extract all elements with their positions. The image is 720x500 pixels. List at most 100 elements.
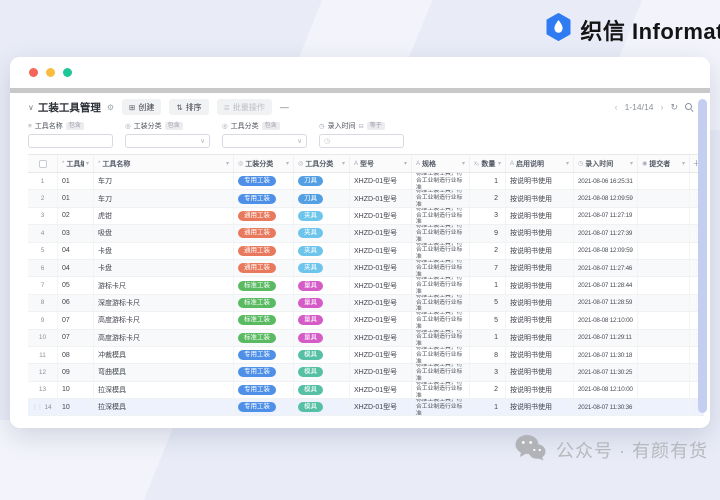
- sort-caret-icon[interactable]: ▾: [342, 160, 345, 167]
- settings-gear-icon[interactable]: ⚙: [107, 103, 114, 112]
- filter-text-input[interactable]: [28, 134, 113, 148]
- close-window-button[interactable]: [29, 68, 38, 77]
- column-header-工具名称[interactable]: * 工具名称 ▾: [94, 155, 234, 172]
- cell-tool_type: 夹具: [294, 225, 350, 242]
- cell-index: 1: [28, 173, 58, 190]
- table-row[interactable]: ⋮⋮ 14 10 拉深模具 专用工装 模具 XHZD-01型号 标准工装工具，符合工业制造行业…: [28, 399, 704, 417]
- column-header-录入时间[interactable]: ◷ 录入时间 ▾: [574, 155, 638, 172]
- table-row[interactable]: 6 04 卡盘 通用工装 夹具 XHZD-01型号 标准工装工具，符合工业制造行业标准 7 按说…: [28, 259, 704, 278]
- cell-usage: 按说明书使用: [506, 225, 574, 242]
- toolbar-right: ‹ 1-14/14 › ↻: [615, 102, 694, 113]
- sort-caret-icon[interactable]: ▾: [86, 160, 89, 167]
- search-icon[interactable]: [685, 102, 694, 112]
- zoom-window-button[interactable]: [63, 68, 72, 77]
- cell-qty: 2: [470, 190, 506, 207]
- row-index: 9: [40, 316, 45, 324]
- table-row[interactable]: 13 10 拉深模具 专用工装 模具 XHZD-01型号 标准工装工具，符合工业制造行业标准…: [28, 381, 704, 400]
- row-index: 11: [39, 351, 46, 359]
- usage-text: 按说明书使用: [510, 299, 552, 307]
- cell-code: 06: [58, 294, 94, 312]
- sort-caret-icon[interactable]: ▾: [630, 160, 633, 167]
- next-page-icon[interactable]: ›: [660, 102, 663, 112]
- cell-usage: 按说明书使用: [506, 242, 574, 259]
- table-row[interactable]: 5 04 卡盘 通用工装 夹具 XHZD-01型号 标准工装工具，符合工业制造行业标准 2 按说…: [28, 242, 704, 260]
- table-row[interactable]: 12 09 弯曲模具 专用工装 模具 XHZD-01型号 标准工装工具，符合工业制造行业标准…: [28, 364, 704, 382]
- column-header-工具编号[interactable]: *工具编号▾: [58, 155, 94, 172]
- table-row[interactable]: 10 07 高度游标卡尺 标准工装 量具 XHZD-01型号 标准工装工具，符合工业制造行业…: [28, 329, 704, 347]
- cell-spec: 标准工装工具，符合工业制造行业标准: [412, 381, 470, 399]
- filter-date-input[interactable]: ◷: [319, 134, 404, 148]
- cell-code: 07: [58, 329, 94, 346]
- sort-caret-icon[interactable]: ▾: [286, 160, 289, 167]
- column-label: 工具名称: [102, 160, 131, 168]
- qty-text: 1: [494, 403, 498, 411]
- column-label: 型号: [360, 160, 375, 168]
- prev-page-icon[interactable]: ‹: [615, 102, 618, 112]
- sort-caret-icon[interactable]: ▾: [226, 160, 229, 167]
- sort-caret-icon[interactable]: ▾: [404, 160, 407, 167]
- cell-submitter: [638, 399, 690, 416]
- code-text: 05: [62, 282, 70, 290]
- name-text: 弯曲模具: [98, 369, 126, 377]
- table-row[interactable]: 4 03 吸盘 通用工装 夹具 XHZD-01型号 标准工装工具，符合工业制造行业标准 9 按说…: [28, 225, 704, 243]
- column-header-型号[interactable]: A 型号 ▾: [350, 155, 412, 172]
- name-text: 车刀: [98, 195, 112, 203]
- table-row[interactable]: 3 02 虎钳 通用工装 夹具 XHZD-01型号 标准工装工具，符合工业制造行业标准 3 按说…: [28, 207, 704, 226]
- refresh-icon[interactable]: ↻: [670, 102, 678, 113]
- column-header-工装分类[interactable]: ◎ 工装分类 ▾: [234, 155, 294, 172]
- cell-submitter: [638, 173, 690, 190]
- cell-usage: 按说明书使用: [506, 329, 574, 346]
- collapse-chevron-icon[interactable]: ∨: [28, 103, 34, 112]
- cell-submitter: [638, 329, 690, 346]
- select-all-checkbox[interactable]: [38, 159, 47, 168]
- cell-spec: 标准工装工具，符合工业制造行业标准: [412, 294, 470, 312]
- cell-spec: 标准工装工具，符合工业制造行业标准: [412, 364, 470, 381]
- field-type-icon: ◷: [578, 161, 584, 167]
- filter-field-name: 工具名称: [34, 123, 63, 130]
- vertical-scrollbar[interactable]: [698, 99, 707, 413]
- cell-qty: 2: [470, 242, 506, 259]
- more-menu-button[interactable]: —: [280, 102, 289, 112]
- column-header-启用说明[interactable]: A 启用说明 ▾: [506, 155, 574, 172]
- field-type-icon: ◎: [238, 161, 244, 167]
- column-header-数量[interactable]: x₂ 数量 ▾: [470, 155, 506, 172]
- filter-operator-tag: 包含: [261, 122, 280, 130]
- filter-select-input[interactable]: ∨: [125, 134, 210, 148]
- name-text: 拉深模具: [98, 386, 126, 394]
- sort-caret-icon[interactable]: ▾: [566, 160, 569, 167]
- cell-time: 2021-08-07 11:27:46: [574, 259, 638, 277]
- code-text: 08: [62, 351, 70, 359]
- cell-category: 专用工装: [234, 190, 294, 207]
- column-header-提交者[interactable]: ◉ 提交者 ▾: [638, 155, 690, 172]
- table-row[interactable]: 11 08 冲裁模具 专用工装 模具 XHZD-01型号 标准工装工具，符合工业制造行业标准…: [28, 346, 704, 365]
- column-header-工具分类[interactable]: ◎ 工具分类 ▾: [294, 155, 350, 172]
- tag-pill: 量具: [298, 315, 323, 326]
- tag-pill: 刀具: [298, 193, 323, 204]
- table-row[interactable]: 7 05 游标卡尺 标准工装 量具 XHZD-01型号 标准工装工具，符合工业制造行业标准 1…: [28, 277, 704, 295]
- table-row[interactable]: 1 01 车刀 专用工装 刀具 XHZD-01型号 标准工装工具，符合工业制造行业标准 1 按说…: [28, 173, 704, 191]
- cell-index: 6: [28, 259, 58, 277]
- cell-usage: 按说明书使用: [506, 381, 574, 399]
- time-text: 2021-08-07 11:30:36: [578, 403, 633, 411]
- cell-submitter: [638, 294, 690, 312]
- qty-text: 1: [494, 177, 498, 185]
- column-header-规格[interactable]: A 规格 ▾: [412, 155, 470, 172]
- sort-caret-icon[interactable]: ▾: [682, 160, 685, 167]
- sort-caret-icon[interactable]: ▾: [462, 160, 465, 167]
- table-row[interactable]: 8 06 深度游标卡尺 标准工装 量具 XHZD-01型号 标准工装工具，符合工业制造行业标…: [28, 294, 704, 313]
- cell-tool_type: 刀具: [294, 173, 350, 190]
- drag-handle-icon[interactable]: ⋮⋮: [32, 404, 43, 411]
- sort-caret-icon[interactable]: ▾: [498, 160, 501, 167]
- model-text: XHZD-01型号: [354, 317, 398, 325]
- cell-name: 高度游标卡尺: [94, 312, 234, 329]
- batch-operation-button[interactable]: ≣ 批量操作: [216, 99, 272, 115]
- create-button[interactable]: ⊞ 创建: [122, 99, 162, 115]
- table-row[interactable]: 2 01 车刀 专用工装 刀具 XHZD-01型号 标准工装工具，符合工业制造行业标准 2 按说…: [28, 190, 704, 208]
- row-index: 8: [40, 299, 45, 307]
- code-text: 10: [62, 403, 70, 411]
- minimize-window-button[interactable]: [46, 68, 55, 77]
- filter-select-input[interactable]: ∨: [222, 134, 307, 148]
- sort-button[interactable]: ⇅ 排序: [169, 99, 209, 115]
- table-header: *工具编号▾*工具名称▾◎工装分类▾◎工具分类▾A型号▾A规格▾x₂数量▾A启用…: [28, 155, 704, 173]
- table-row[interactable]: 9 07 高度游标卡尺 标准工装 量具 XHZD-01型号 标准工装工具，符合工业制造行业标…: [28, 312, 704, 330]
